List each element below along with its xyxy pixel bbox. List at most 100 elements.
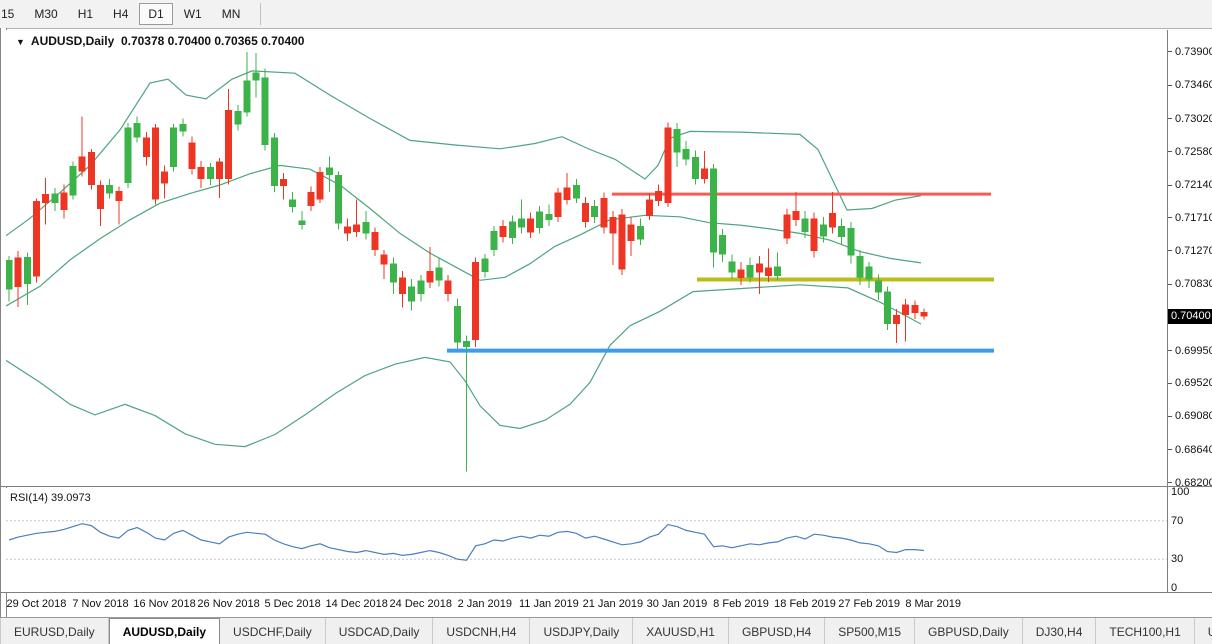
- candle-body: [42, 194, 49, 203]
- chart-symbol-label: AUDUSD,Daily: [31, 34, 114, 48]
- candle-body: [216, 162, 223, 179]
- chart-title: ▼AUDUSD,Daily 0.70378 0.70400 0.70365 0.…: [16, 34, 304, 48]
- candle-body: [664, 128, 671, 204]
- candle-body: [921, 312, 928, 317]
- candle-body: [820, 224, 827, 236]
- candle-body: [527, 218, 534, 232]
- candle-body: [536, 212, 543, 229]
- timeframe-button-w1[interactable]: W1: [175, 3, 211, 25]
- candle-body: [619, 215, 626, 270]
- date-tick-label: 18 Feb 2019: [774, 598, 836, 610]
- candle-body: [179, 124, 186, 132]
- candle-body: [692, 157, 699, 179]
- timeframe-button-mn[interactable]: MN: [213, 3, 250, 25]
- candle-body: [6, 260, 13, 289]
- candle-body: [243, 81, 250, 113]
- date-tick-label: 24 Dec 2018: [390, 598, 452, 610]
- timeframe-button-d1[interactable]: D1: [139, 3, 172, 25]
- chart-tab-xauusd-h1[interactable]: XAUUSD,H1: [633, 618, 729, 644]
- timeframe-button-h1[interactable]: H1: [69, 3, 102, 25]
- candle-body: [555, 193, 562, 217]
- candle-body: [600, 198, 607, 227]
- candle-body: [911, 305, 918, 313]
- chart-tab-gbpusd-daily[interactable]: GBPUSD,Daily: [915, 618, 1023, 644]
- candle-body: [518, 218, 525, 227]
- candle-body: [856, 256, 863, 277]
- rsi-indicator-plot[interactable]: [6, 488, 1167, 592]
- candle-body: [609, 217, 616, 234]
- rsi-label: RSI(14) 39.0973: [10, 492, 91, 504]
- candle-body: [408, 286, 415, 301]
- candle-body: [463, 341, 470, 347]
- price-tick: 0.70830: [1168, 278, 1212, 290]
- chart-tab-gbpusd-h4[interactable]: GBPUSD,H4: [729, 618, 825, 644]
- candle-body: [124, 128, 131, 183]
- price-tick-label: 0.69950: [1175, 345, 1212, 357]
- candle-body: [454, 306, 461, 342]
- tick-mark: [1168, 284, 1172, 285]
- candle-body: [884, 292, 891, 325]
- candle-body: [152, 128, 159, 200]
- candle-body: [60, 193, 67, 210]
- candle-body: [88, 152, 95, 185]
- candle-body: [362, 222, 369, 233]
- timeframe-button-h4[interactable]: H4: [104, 3, 137, 25]
- price-tick: 0.72140: [1168, 179, 1212, 191]
- candle-body: [225, 110, 232, 179]
- rsi-tick-label: 100: [1171, 486, 1189, 498]
- rsi-name: RSI(14): [10, 492, 48, 504]
- price-tick-label: 0.70830: [1175, 278, 1212, 290]
- chart-tab-usdcad-daily[interactable]: USDCAD,Daily: [326, 618, 434, 644]
- timeframe-toolbar: 15M30H1H4D1W1MN: [0, 0, 1212, 29]
- price-tick: 0.71710: [1168, 212, 1212, 224]
- candle-body: [97, 185, 104, 209]
- candle-body: [472, 262, 479, 340]
- price-tick-label: 0.73900: [1175, 46, 1212, 58]
- candle-body: [591, 206, 598, 217]
- price-chart-plot[interactable]: [6, 30, 1167, 486]
- chart-dropdown-icon[interactable]: ▼: [16, 37, 25, 47]
- date-tick-label: 8 Feb 2019: [713, 598, 769, 610]
- candle-body: [289, 199, 296, 207]
- chart-tab-dj30-h4[interactable]: DJ30,H4: [1023, 618, 1097, 644]
- candle-body: [399, 277, 406, 294]
- chart-tab-usdchf-daily[interactable]: USDCHF,Daily: [220, 618, 326, 644]
- candle-body: [701, 168, 708, 179]
- candle-body: [738, 270, 745, 278]
- candle-body: [253, 72, 260, 80]
- chart-tab-eurusd-daily[interactable]: EURUSD,Daily: [1, 618, 109, 644]
- timeframe-button-m30[interactable]: M30: [25, 3, 66, 25]
- chart-tab-sp500-m15[interactable]: SP500,M15: [825, 618, 915, 644]
- candle-body: [115, 191, 122, 201]
- chart-tab-audusd-daily[interactable]: AUDUSD,Daily: [109, 618, 220, 644]
- candle-body: [134, 123, 141, 137]
- candle-body: [838, 226, 845, 237]
- candle-body: [866, 267, 873, 280]
- rsi-tick-label: 70: [1171, 515, 1183, 527]
- date-tick-label: 21 Jan 2019: [583, 598, 644, 610]
- price-axis-border: [1167, 30, 1168, 592]
- chart-tab-usdjpy-daily[interactable]: USDJPY,Daily: [530, 618, 633, 644]
- candle-body: [307, 192, 314, 206]
- timeframe-button-15[interactable]: 15: [0, 3, 23, 25]
- price-tick: 0.69950: [1168, 345, 1212, 357]
- candle-body: [234, 111, 241, 125]
- pane-separator[interactable]: [0, 486, 1212, 487]
- candle-body: [70, 166, 77, 195]
- date-tick-label: 2 Jan 2019: [458, 598, 512, 610]
- candle-body: [509, 221, 516, 238]
- chart-tab-ukc[interactable]: UKC: [1195, 618, 1212, 644]
- date-tick-label: 7 Nov 2018: [72, 598, 128, 610]
- chart-tab-tech100-h1[interactable]: TECH100,H1: [1096, 618, 1194, 644]
- candle-body: [298, 221, 305, 226]
- candle-body: [170, 128, 177, 167]
- tick-mark: [1168, 151, 1172, 152]
- trading-app-window: 15M30H1H4D1W1MN ▼AUDUSD,Daily 0.70378 0.…: [0, 0, 1212, 644]
- date-tick-label: 5 Dec 2018: [265, 598, 321, 610]
- date-tick-label: 16 Nov 2018: [133, 598, 195, 610]
- candle-body: [15, 258, 22, 287]
- candle-body: [573, 185, 580, 199]
- chart-tab-usdcnh-h4[interactable]: USDCNH,H4: [433, 618, 530, 644]
- candle-body: [326, 168, 333, 176]
- candle-body: [198, 167, 205, 179]
